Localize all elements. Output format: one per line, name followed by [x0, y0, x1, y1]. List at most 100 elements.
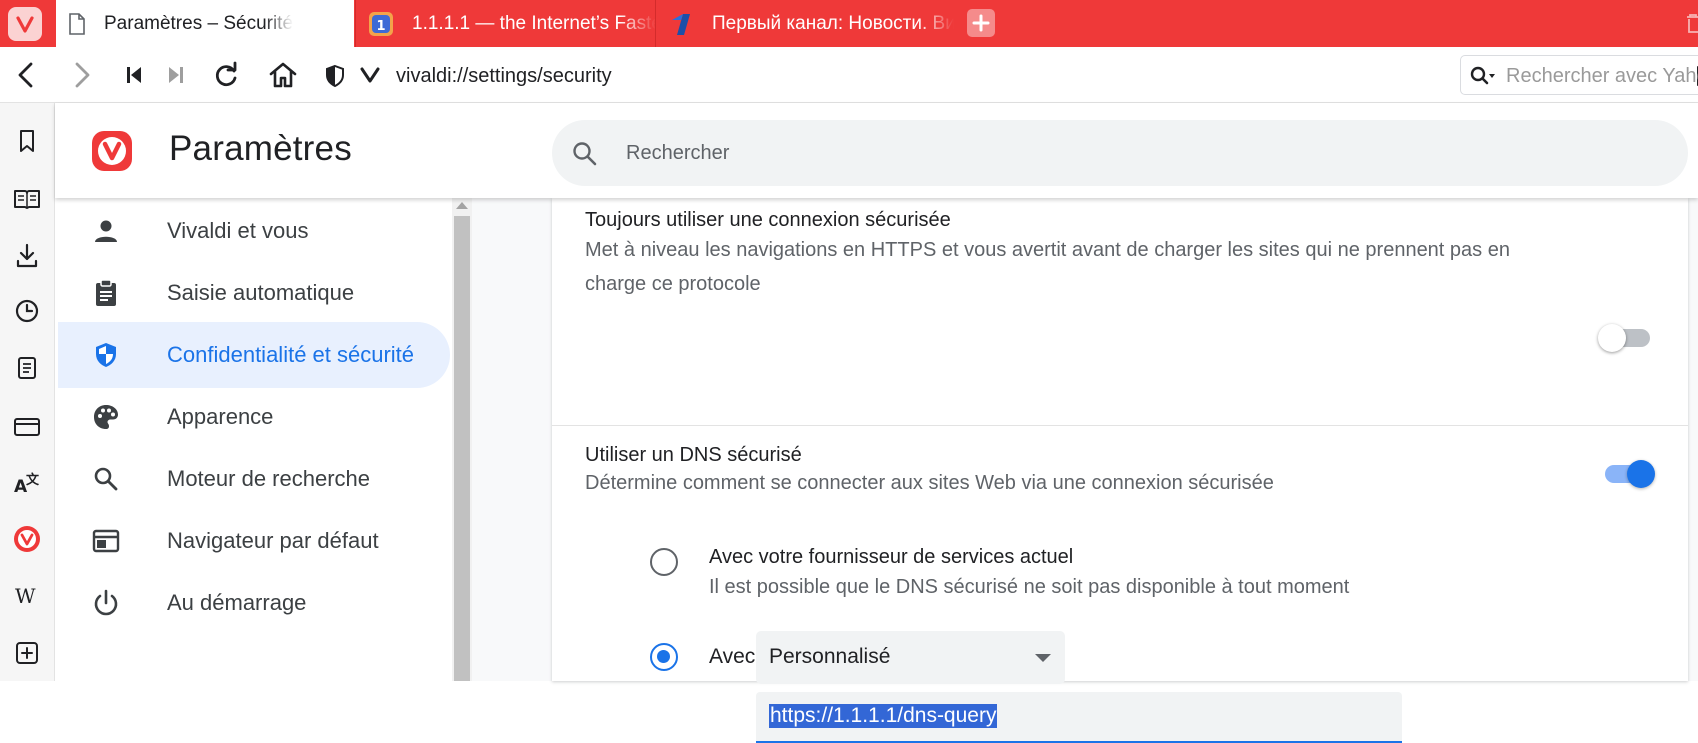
nav-item-navigateur-par-defaut[interactable]: Navigateur par défaut [58, 508, 450, 574]
search-engine-field[interactable]: Rechercher avec Yahoo [1460, 55, 1698, 95]
dropdown-arrow-icon [1035, 654, 1051, 662]
side-panel: A文 W [0, 103, 55, 681]
tab-settings-security[interactable]: Paramètres – Sécurité [56, 0, 354, 47]
wikipedia-panel-icon[interactable]: W [12, 581, 42, 611]
trash-icon[interactable] [1686, 12, 1698, 39]
radio-custom-provider-label: Avec [709, 645, 756, 668]
new-tab-button[interactable] [967, 9, 995, 37]
https-setting-title: Toujours utiliser une connexion sécurisé… [585, 209, 951, 231]
rewind-icon [127, 67, 141, 83]
plus-icon [972, 14, 990, 32]
toggle-knob [1598, 324, 1626, 352]
tab-cloudflare[interactable]: 1 1.1.1.1 — the Internet’s Fastest [356, 0, 656, 47]
scrollbar-thumb[interactable] [454, 216, 470, 681]
radio-custom-provider[interactable] [650, 643, 678, 671]
add-web-panel-icon[interactable] [12, 638, 42, 668]
address-toolbar: vivaldi://settings/security Rechercher a… [0, 47, 1698, 103]
settings-search-input[interactable]: Rechercher [552, 120, 1688, 186]
dns-setting-title: Utiliser un DNS sécurisé [585, 444, 802, 466]
home-icon [269, 62, 297, 88]
settings-nav: Vivaldi et vous Saisie automatique Confi… [55, 198, 465, 681]
vivaldi-logo-icon [90, 129, 134, 178]
reload-icon [215, 61, 237, 87]
cloudflare-favicon: 1 [368, 11, 394, 37]
fast-forward-icon [169, 67, 183, 83]
page-title: Paramètres [169, 129, 352, 168]
vivaldi-menu-button[interactable] [8, 7, 42, 41]
bookmarks-panel-icon[interactable] [12, 126, 42, 156]
svg-text:1: 1 [376, 19, 385, 34]
palette-icon [92, 403, 120, 431]
settings-search-placeholder: Rechercher [626, 142, 730, 164]
toggle-knob [1627, 460, 1655, 488]
translate-icon[interactable]: A文 [12, 468, 42, 498]
radio-current-provider-label: Avec votre fournisseur de services actue… [709, 546, 1074, 568]
person-icon [92, 217, 120, 245]
home-button[interactable] [265, 57, 301, 93]
power-icon [92, 589, 120, 617]
vivaldi-page-icon [359, 66, 381, 89]
nav-scrollbar[interactable] [452, 198, 472, 681]
nav-item-saisie-automatique[interactable]: Saisie automatique [58, 260, 450, 326]
forward-arrow-icon [75, 62, 90, 88]
search-icon [572, 141, 598, 172]
tab-channel-one[interactable]: Первый канал: Новости. Видео [656, 0, 954, 47]
notes-icon[interactable] [12, 353, 42, 383]
nav-item-label: Apparence [167, 404, 274, 429]
shield-icon [92, 341, 120, 369]
search-engine-icon[interactable] [1469, 65, 1497, 92]
back-button[interactable] [8, 57, 44, 93]
https-toggle[interactable] [1598, 323, 1652, 353]
nav-item-label: Au démarrage [167, 590, 307, 615]
dns-provider-select[interactable]: Personnalisé [756, 631, 1065, 684]
secure-dns-toggle[interactable] [1601, 459, 1655, 489]
security-settings-card: Toujours utiliser une connexion sécurisé… [552, 198, 1688, 743]
nav-item-apparence[interactable]: Apparence [58, 384, 450, 450]
nav-item-confidentialite-securite[interactable]: Confidentialité et sécurité [58, 322, 450, 388]
nav-item-vivaldi-et-vous[interactable]: Vivaldi et vous [58, 198, 450, 264]
nav-item-moteur-de-recherche[interactable]: Moteur de recherche [58, 446, 450, 512]
window-panel-icon[interactable] [12, 412, 42, 442]
reload-button[interactable] [208, 57, 244, 93]
custom-dns-url-value: https://1.1.1.1/dns-query [769, 704, 998, 728]
channel-one-favicon [668, 11, 694, 37]
site-security-shield-icon[interactable] [325, 64, 345, 93]
url-text: vivaldi://settings/security [396, 65, 612, 87]
radio-current-provider[interactable] [650, 548, 678, 576]
tab-strip: Paramètres – Sécurité 1 1.1.1.1 — the In… [0, 0, 1698, 47]
scroll-up-arrow-icon[interactable] [456, 202, 468, 209]
browser-window-icon [92, 527, 120, 555]
vivaldi-logo-icon [16, 16, 34, 33]
forward-button[interactable] [64, 57, 100, 93]
fast-forward-button[interactable] [158, 57, 194, 93]
nav-item-label: Moteur de recherche [167, 466, 370, 491]
rewind-button[interactable] [116, 57, 152, 93]
settings-header: Paramètres Rechercher [55, 103, 1698, 198]
search-engine-placeholder: Rechercher avec Yahoo [1506, 65, 1698, 87]
nav-item-au-demarrage[interactable]: Au démarrage [58, 570, 450, 636]
settings-page: Paramètres Rechercher Vivaldi et vous Sa… [55, 103, 1698, 743]
back-arrow-icon [18, 62, 33, 88]
reading-list-icon[interactable] [12, 184, 42, 214]
tab-title: 1.1.1.1 — the Internet’s Fastest [412, 12, 656, 34]
history-clock-icon[interactable] [12, 296, 42, 326]
nav-item-label: Vivaldi et vous [167, 218, 309, 243]
nav-item-label: Confidentialité et sécurité [167, 342, 415, 367]
divider [552, 425, 1688, 426]
svg-text:文: 文 [26, 472, 40, 488]
vivaldi-web-panel-icon[interactable] [12, 524, 42, 554]
clipboard-icon [92, 279, 120, 307]
custom-dns-url-input[interactable]: https://1.1.1.1/dns-query [756, 692, 1402, 743]
tab-title: Первый канал: Новости. Видео [712, 12, 954, 34]
nav-item-label: Saisie automatique [167, 280, 355, 305]
nav-item-label: Navigateur par défaut [167, 528, 379, 553]
address-field[interactable]: vivaldi://settings/security [318, 55, 1698, 95]
search-icon [92, 465, 120, 493]
dns-setting-description: Détermine comment se connecter aux sites… [585, 472, 1274, 494]
downloads-icon[interactable] [12, 241, 42, 271]
https-setting-description: Met à niveau les navigations en HTTPS et… [585, 239, 1510, 295]
radio-current-provider-description: Il est possible que le DNS sécurisé ne s… [709, 576, 1350, 598]
tab-title: Paramètres – Sécurité [104, 12, 294, 34]
dns-provider-selected-value: Personnalisé [769, 645, 891, 668]
svg-text:W: W [15, 584, 36, 608]
